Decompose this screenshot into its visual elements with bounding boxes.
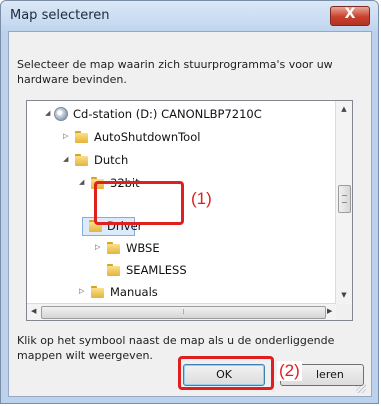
tree-node-wbse[interactable]: ▷ WBSE — [95, 240, 185, 258]
horizontal-scrollbar[interactable]: ◀ ⁞ ▶ — [27, 303, 336, 320]
folder-icon — [107, 264, 120, 276]
scroll-right-icon[interactable]: ▶ — [327, 307, 332, 315]
tree-node-seamless[interactable]: SEAMLESS — [107, 262, 227, 280]
scroll-left-icon[interactable]: ◀ — [31, 307, 36, 315]
expanded-triangle-icon[interactable]: ◢ — [45, 109, 50, 117]
collapsed-triangle-icon[interactable]: ▷ — [79, 287, 84, 295]
collapsed-triangle-icon[interactable]: ▷ — [95, 243, 100, 251]
scrollbar-corner — [336, 304, 352, 320]
expanded-triangle-icon[interactable]: ◢ — [63, 155, 68, 163]
tree-node-label: Dutch — [94, 153, 129, 167]
close-button[interactable]: X — [330, 6, 370, 26]
scroll-down-icon[interactable]: ▼ — [336, 291, 352, 299]
callout-box-1 — [94, 181, 184, 225]
folder-icon — [75, 154, 88, 166]
tree-node-label: SEAMLESS — [126, 263, 187, 277]
tree-node-autoshutdowntool[interactable]: ▷ AutoShutdownTool — [63, 129, 263, 147]
folder-icon — [107, 242, 120, 254]
expanded-triangle-icon[interactable]: ◢ — [79, 178, 84, 186]
tree-node-label: Cd-station (D:) CANONLBP7210C — [73, 107, 262, 121]
tree-node-root[interactable]: ◢ Cd-station (D:) CANONLBP7210C — [45, 106, 305, 124]
vertical-scroll-thumb[interactable] — [338, 185, 351, 213]
callout-box-2 — [178, 356, 274, 390]
dialog-title: Map selecteren — [10, 8, 110, 23]
folder-icon — [75, 131, 88, 143]
close-icon: X — [344, 6, 356, 22]
tree-node-manuals[interactable]: ▷ Manuals — [79, 284, 199, 302]
folder-tree[interactable]: ◢ Cd-station (D:) CANONLBP7210C ▷ AutoSh… — [26, 100, 353, 321]
dialog-body: Selecteer de map waarin zich stuurprogra… — [8, 31, 372, 397]
dialog-description: Selecteer de map waarin zich stuurprogra… — [17, 58, 333, 86]
horizontal-scroll-thumb[interactable]: ⁞ — [41, 306, 326, 319]
cd-drive-icon — [54, 107, 68, 121]
tree-node-label: AutoShutdownTool — [94, 130, 201, 144]
collapsed-triangle-icon[interactable]: ▷ — [63, 132, 68, 140]
cancel-button-label: leren — [316, 368, 344, 381]
tree-node-label: Manuals — [110, 285, 158, 299]
scroll-up-icon[interactable]: ▲ — [336, 105, 352, 113]
callout-label-1: (1) — [189, 189, 214, 209]
title-bar[interactable]: Map selecteren X — [1, 1, 378, 31]
vertical-scrollbar[interactable]: ▲ ▼ — [335, 101, 352, 304]
callout-label-2: (2) — [277, 361, 302, 381]
folder-icon — [91, 286, 104, 298]
tree-node-label: WBSE — [126, 241, 160, 255]
tree-node-dutch[interactable]: ◢ Dutch — [63, 152, 183, 170]
